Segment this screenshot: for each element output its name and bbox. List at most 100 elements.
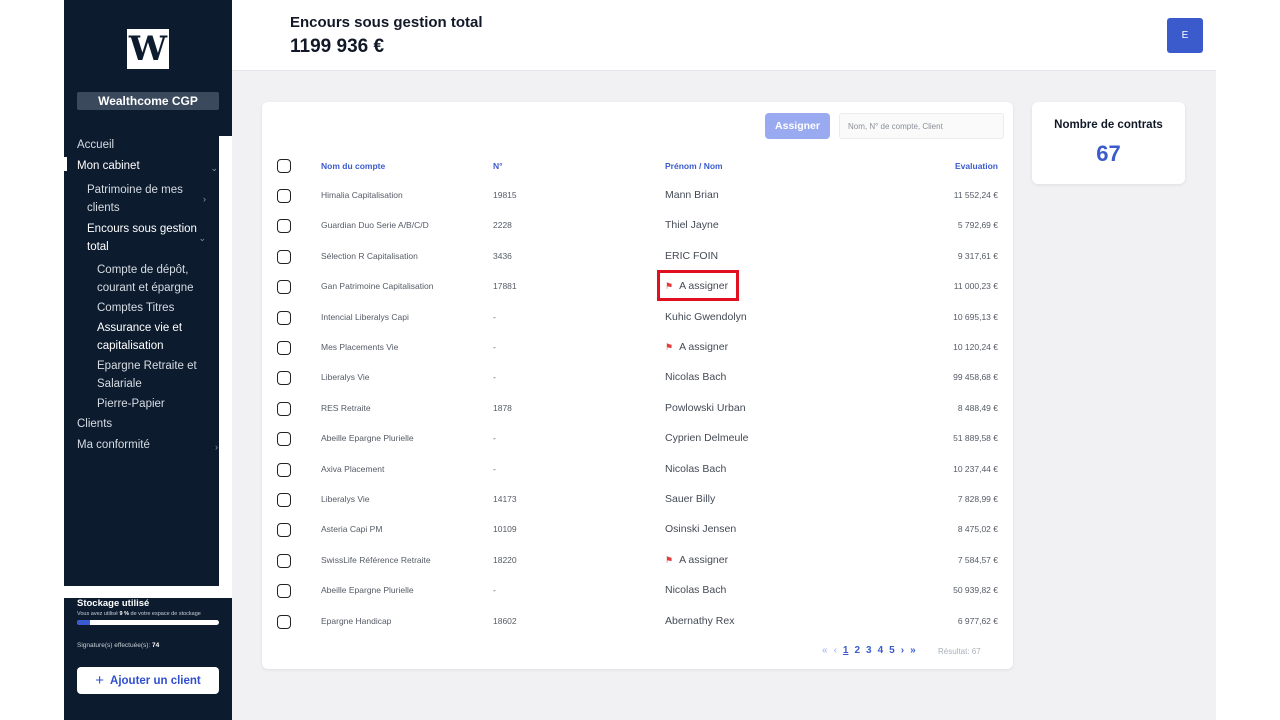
chevron-down-icon: ⌄ (198, 233, 206, 243)
evaluation: 7 828,99 € (957, 494, 998, 504)
row-checkbox[interactable] (277, 614, 291, 629)
table-row[interactable]: Liberalys Vie 14173 Sauer Billy 7 828,99 € (262, 485, 1013, 515)
client-name[interactable]: ⚑ A assigner (665, 553, 728, 567)
table-row[interactable]: Guardian Duo Serie A/B/C/D 2228 Thiel Jayn… (262, 211, 1013, 241)
account-name: Himalia Capitalisation (321, 190, 403, 200)
app: W Wealthcome CGP Accueil Mon cabinet ⌄ P… (64, 0, 1216, 720)
row-checkbox[interactable] (277, 280, 291, 295)
row-checkbox[interactable] (277, 341, 291, 355)
account-name: Asteria Capi PM (321, 524, 383, 535)
flag-icon: ⚑ (665, 554, 674, 565)
evaluation: 50 939,82 € (953, 585, 998, 596)
client-name: Nicolas Bach (665, 583, 726, 597)
table-row[interactable]: Epargne Handicap 18602 Abernathy Rex 6 977,… (262, 607, 1013, 637)
nav-label: Comptes Titres (97, 302, 175, 314)
add-client-button[interactable]: + Ajouter un client (77, 667, 219, 694)
nav-compte-depot[interactable]: Compte de dépôt, courant et épargne (64, 261, 232, 297)
client-label: Nicolas Bach (665, 462, 727, 475)
row-checkbox[interactable] (277, 310, 291, 325)
page-2[interactable]: 2 (854, 645, 860, 656)
account-number: - (493, 585, 496, 596)
account-name: Sélection R Capitalisation (321, 250, 418, 261)
plus-icon: + (95, 672, 105, 689)
client-name: ERIC FOIN (665, 249, 718, 263)
sidebar-nav: Accueil Mon cabinet ⌄ Patrimoine de mes … (64, 136, 232, 457)
table-row[interactable]: SwissLife Référence Retraite 18220 ⚑ A assi… (262, 546, 1013, 576)
row-checkbox[interactable] (277, 553, 291, 568)
row-checkbox[interactable] (277, 432, 291, 447)
page-5[interactable]: 5 (889, 645, 895, 656)
row-checkbox[interactable] (277, 523, 291, 538)
nav-assurance-vie[interactable]: Assurance vie et capitalisation (64, 319, 232, 355)
page-4[interactable]: 4 (878, 645, 884, 656)
nav-mon-cabinet[interactable]: Mon cabinet ⌄ (64, 157, 232, 178)
nav-conformite[interactable]: Ma conformité › (64, 436, 232, 457)
evaluation: 5 792,69 € (957, 220, 998, 231)
row-checkbox[interactable] (277, 189, 291, 203)
client-label: Thiel Jayne (665, 219, 719, 232)
contracts-value: 67 (1096, 141, 1121, 166)
client-name: Nicolas Bach (665, 370, 726, 384)
col-name[interactable]: Nom du compte (321, 159, 385, 173)
page-title: Encours sous gestion total (290, 14, 483, 31)
table-row[interactable]: Intencial Liberalys Capi - Kuhic Gwendolyn… (262, 303, 1013, 333)
client-label: Nicolas Bach (665, 584, 727, 597)
account-number: 2228 (493, 220, 512, 231)
col-client[interactable]: Prénom / Nom (665, 159, 723, 173)
row-checkbox[interactable] (277, 493, 291, 507)
prev-page-icon[interactable]: ‹ (834, 645, 837, 656)
page-1[interactable]: 1 (843, 645, 849, 656)
nav-patrimoine[interactable]: Patrimoine de mes clients › (64, 181, 232, 217)
account-name: Liberalys Vie (321, 372, 370, 383)
nav-label: Accueil (77, 139, 115, 151)
nav-encours[interactable]: Encours sous gestion total ⌄ (64, 220, 232, 256)
table-row[interactable]: Abeille Epargne Plurielle - Cyprien Delmeu… (262, 424, 1013, 454)
storage-desc-prefix: Vous avez utilisé (77, 611, 118, 617)
account-number: 3436 (493, 250, 512, 261)
select-all-checkbox[interactable] (277, 159, 291, 173)
table-row[interactable]: Liberalys Vie - Nicolas Bach 99 458,68 € (262, 363, 1013, 393)
table-row[interactable]: Sélection R Capitalisation 3436 ERIC FOIN 9… (262, 242, 1013, 272)
table-row[interactable]: Himalia Capitalisation 19815 Mann Brian 11 … (262, 181, 1013, 211)
total-amount: 1199 936 € (290, 36, 385, 57)
next-page-icon[interactable]: › (901, 645, 904, 656)
nav-label: Ma conformité (77, 439, 150, 451)
table-row[interactable]: RES Retraite 1878 Powlowski Urban 8 488,49 … (262, 394, 1013, 424)
assign-button[interactable]: Assigner (765, 113, 830, 139)
row-checkbox[interactable] (277, 371, 291, 386)
avatar[interactable]: E (1167, 18, 1203, 53)
table-row[interactable]: Gan Patrimoine Capitalisation 17881 ⚑ A ass… (262, 272, 1013, 302)
last-page-icon[interactable]: » (910, 645, 916, 656)
signatures-count: Signature(s) effectuée(s): 74 (77, 642, 159, 649)
row-checkbox[interactable] (277, 401, 291, 416)
table-row[interactable]: Asteria Capi PM 10109 Osinski Jensen 8 475,… (262, 515, 1013, 545)
col-number[interactable]: N° (493, 159, 503, 173)
sidebar: W Wealthcome CGP Accueil Mon cabinet ⌄ P… (64, 0, 232, 720)
nav-pierre-papier[interactable]: Pierre-Papier (64, 395, 232, 413)
nav-epargne-retraite[interactable]: Epargne Retraite et Salariale (64, 357, 232, 393)
evaluation: 9 317,61 € (957, 250, 998, 261)
account-number: - (493, 433, 496, 444)
table-row[interactable]: Mes Placements Vie - ⚑ A assigner 10 120,24 … (262, 333, 1013, 363)
search-input[interactable] (839, 113, 1004, 139)
nav-comptes-titres[interactable]: Comptes Titres (64, 299, 232, 317)
row-checkbox[interactable] (277, 584, 291, 599)
first-page-icon[interactable]: « (822, 645, 828, 656)
nav-accueil[interactable]: Accueil (64, 136, 232, 157)
row-checkbox[interactable] (277, 249, 291, 264)
row-checkbox[interactable] (277, 462, 291, 477)
client-label: Mann Brian (665, 189, 719, 201)
client-name[interactable]: ⚑ A assigner (665, 340, 728, 354)
storage-title: Stockage utilisé (77, 598, 150, 609)
col-evaluation[interactable]: Evaluation (898, 159, 998, 173)
table-row[interactable]: Axiva Placement - Nicolas Bach 10 237,44 € (262, 455, 1013, 485)
row-checkbox[interactable] (277, 219, 291, 234)
account-name: SwissLife Référence Retraite (321, 554, 431, 565)
sidebar-divider (64, 586, 232, 598)
client-name: Thiel Jayne (665, 218, 719, 232)
logo[interactable]: W (127, 29, 169, 69)
table-row[interactable]: Abeille Epargne Plurielle - Nicolas Bach 50… (262, 576, 1013, 606)
nav-clients[interactable]: Clients (64, 415, 232, 436)
account-name: Liberalys Vie (321, 494, 370, 504)
page-3[interactable]: 3 (866, 645, 872, 656)
